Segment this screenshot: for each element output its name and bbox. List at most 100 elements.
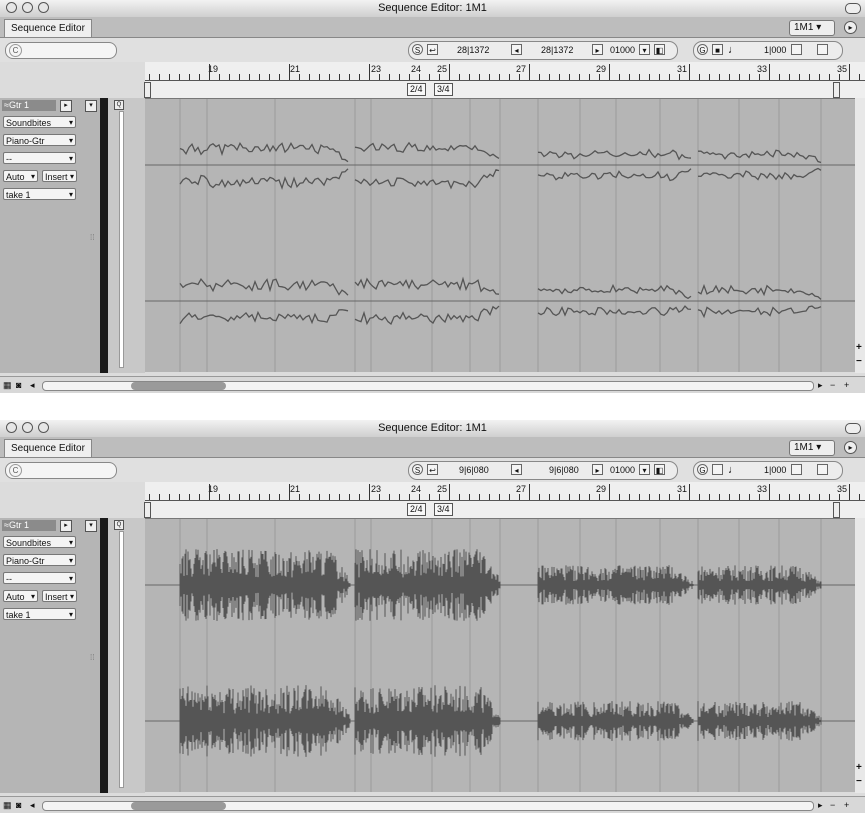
g-button[interactable]: G bbox=[697, 464, 708, 475]
left-arrow-icon[interactable]: ◂ bbox=[511, 44, 522, 55]
track-name[interactable]: ≈Gtr 1 bbox=[2, 100, 56, 111]
take-popup[interactable]: take 1 bbox=[3, 608, 76, 621]
horizontal-scrollbar[interactable] bbox=[42, 801, 814, 811]
stop-icon[interactable]: ■ bbox=[712, 44, 723, 55]
time-signature[interactable]: 2/4 bbox=[407, 503, 426, 516]
h-zoom-in-icon[interactable]: + bbox=[844, 380, 849, 390]
automation-popup[interactable]: Auto bbox=[3, 590, 38, 603]
play-circle-icon[interactable]: ▸ bbox=[844, 21, 857, 34]
stop-icon[interactable] bbox=[712, 464, 723, 475]
grid-icon[interactable]: ▦ bbox=[3, 800, 12, 811]
track-height-slider[interactable] bbox=[119, 111, 124, 368]
time-signature[interactable]: 3/4 bbox=[434, 83, 453, 96]
scroll-right-icon[interactable]: ▸ bbox=[818, 380, 823, 391]
right-arrow-icon[interactable]: ▸ bbox=[592, 464, 603, 475]
h-zoom-in-icon[interactable]: + bbox=[844, 800, 849, 810]
magnify-icon[interactable]: Q bbox=[114, 520, 124, 530]
sequence-selector[interactable]: 1M1 ▾ bbox=[789, 440, 835, 456]
insert-popup[interactable]: Insert bbox=[42, 590, 77, 603]
note-icon[interactable]: ♩ bbox=[728, 464, 739, 476]
snap-box-icon[interactable] bbox=[791, 44, 802, 55]
waveform-area[interactable] bbox=[145, 99, 855, 372]
instrument-popup[interactable]: Piano-Gtr bbox=[3, 554, 76, 567]
h-zoom-out-icon[interactable]: − bbox=[830, 800, 835, 810]
zoom-out-icon[interactable]: − bbox=[856, 776, 862, 787]
time-signature[interactable]: 3/4 bbox=[434, 503, 453, 516]
track-name[interactable]: ≈Gtr 1 bbox=[2, 520, 56, 531]
return-icon[interactable]: ↩ bbox=[427, 44, 438, 55]
instrument-popup[interactable]: Piano-Gtr bbox=[3, 134, 76, 147]
position-readout-2[interactable]: 9|6|080 bbox=[549, 464, 579, 476]
track-menu-icon[interactable]: ▾ bbox=[85, 100, 97, 112]
sequence-selector[interactable]: 1M1 ▾ bbox=[789, 20, 835, 36]
left-arrow-icon[interactable]: ◂ bbox=[511, 464, 522, 475]
s-button[interactable]: S bbox=[412, 44, 423, 55]
position-readout[interactable]: 9|6|080 bbox=[459, 464, 489, 476]
select-tool-icon[interactable]: ◧ bbox=[654, 464, 665, 475]
timeline-ruler[interactable]: 19 21 23 24 25 27 29 31 33 35 2/4 3/4 bbox=[144, 482, 865, 519]
select-tool-icon[interactable]: ◧ bbox=[654, 44, 665, 55]
resize-grip-icon[interactable]: ⁞⁞ bbox=[90, 653, 98, 669]
soundbites-popup[interactable]: Soundbites bbox=[3, 536, 76, 549]
zoom-out-icon[interactable]: − bbox=[856, 356, 862, 367]
zoom-in-icon[interactable]: + bbox=[856, 342, 862, 353]
title-bar[interactable]: Sequence Editor: 1M1 bbox=[0, 0, 865, 18]
waveform-area[interactable] bbox=[145, 519, 855, 792]
left-locator[interactable] bbox=[144, 82, 151, 98]
vertical-scroller[interactable]: + − bbox=[855, 98, 865, 373]
snap-box-2-icon[interactable] bbox=[817, 44, 828, 55]
output-popup[interactable]: -- bbox=[3, 152, 76, 165]
vertical-scroller[interactable]: + − bbox=[855, 518, 865, 793]
play-circle-icon[interactable]: ▸ bbox=[844, 441, 857, 454]
zoom-in-icon[interactable]: + bbox=[856, 762, 862, 773]
scroll-thumb[interactable] bbox=[131, 382, 226, 390]
track-menu-icon[interactable]: ▾ bbox=[85, 520, 97, 532]
h-zoom-out-icon[interactable]: − bbox=[830, 380, 835, 390]
snap-readout[interactable]: 1|000 bbox=[764, 44, 786, 56]
horizontal-scrollbar[interactable] bbox=[42, 381, 814, 391]
return-icon[interactable]: ↩ bbox=[427, 464, 438, 475]
snap-box-icon[interactable] bbox=[791, 464, 802, 475]
search-field[interactable]: C bbox=[5, 462, 117, 479]
timeline-ruler[interactable]: 19 21 23 24 25 27 29 31 33 35 2/4 3/4 bbox=[144, 62, 865, 99]
camera-icon[interactable]: ◙ bbox=[16, 800, 21, 810]
tab-sequence-editor[interactable]: Sequence Editor bbox=[4, 439, 92, 457]
automation-popup[interactable]: Auto bbox=[3, 170, 38, 183]
toolbar-toggle-button[interactable] bbox=[845, 3, 861, 14]
scroll-left-icon[interactable]: ◂ bbox=[30, 800, 35, 811]
soundbites-popup[interactable]: Soundbites bbox=[3, 116, 76, 129]
right-locator[interactable] bbox=[833, 502, 840, 518]
scroll-left-icon[interactable]: ◂ bbox=[30, 380, 35, 391]
snap-box-2-icon[interactable] bbox=[817, 464, 828, 475]
right-arrow-icon[interactable]: ▸ bbox=[592, 44, 603, 55]
nudge-dropdown-icon[interactable]: ▾ bbox=[639, 464, 650, 475]
position-readout-2[interactable]: 28|1372 bbox=[541, 44, 573, 56]
note-icon[interactable]: ♩ bbox=[728, 44, 739, 56]
output-popup[interactable]: -- bbox=[3, 572, 76, 585]
camera-icon[interactable]: ◙ bbox=[16, 380, 21, 390]
take-popup[interactable]: take 1 bbox=[3, 188, 76, 201]
grid-icon[interactable]: ▦ bbox=[3, 380, 12, 391]
time-signature[interactable]: 2/4 bbox=[407, 83, 426, 96]
nudge-dropdown-icon[interactable]: ▾ bbox=[639, 44, 650, 55]
track-play-icon[interactable]: ▸ bbox=[60, 100, 72, 112]
insert-popup[interactable]: Insert bbox=[42, 170, 77, 183]
nudge-readout[interactable]: 01000 bbox=[610, 464, 635, 476]
toolbar-toggle-button[interactable] bbox=[845, 423, 861, 434]
left-locator[interactable] bbox=[144, 502, 151, 518]
position-readout[interactable]: 28|1372 bbox=[457, 44, 489, 56]
scroll-right-icon[interactable]: ▸ bbox=[818, 800, 823, 811]
track-play-icon[interactable]: ▸ bbox=[60, 520, 72, 532]
track-height-slider[interactable] bbox=[119, 531, 124, 788]
right-locator[interactable] bbox=[833, 82, 840, 98]
tab-sequence-editor[interactable]: Sequence Editor bbox=[4, 19, 92, 37]
nudge-readout[interactable]: 01000 bbox=[610, 44, 635, 56]
snap-readout[interactable]: 1|000 bbox=[764, 464, 786, 476]
scroll-thumb[interactable] bbox=[131, 802, 226, 810]
magnify-icon[interactable]: Q bbox=[114, 100, 124, 110]
title-bar[interactable]: Sequence Editor: 1M1 bbox=[0, 420, 865, 438]
search-field[interactable]: C bbox=[5, 42, 117, 59]
resize-grip-icon[interactable]: ⁞⁞ bbox=[90, 233, 98, 249]
g-button[interactable]: G bbox=[697, 44, 708, 55]
s-button[interactable]: S bbox=[412, 464, 423, 475]
